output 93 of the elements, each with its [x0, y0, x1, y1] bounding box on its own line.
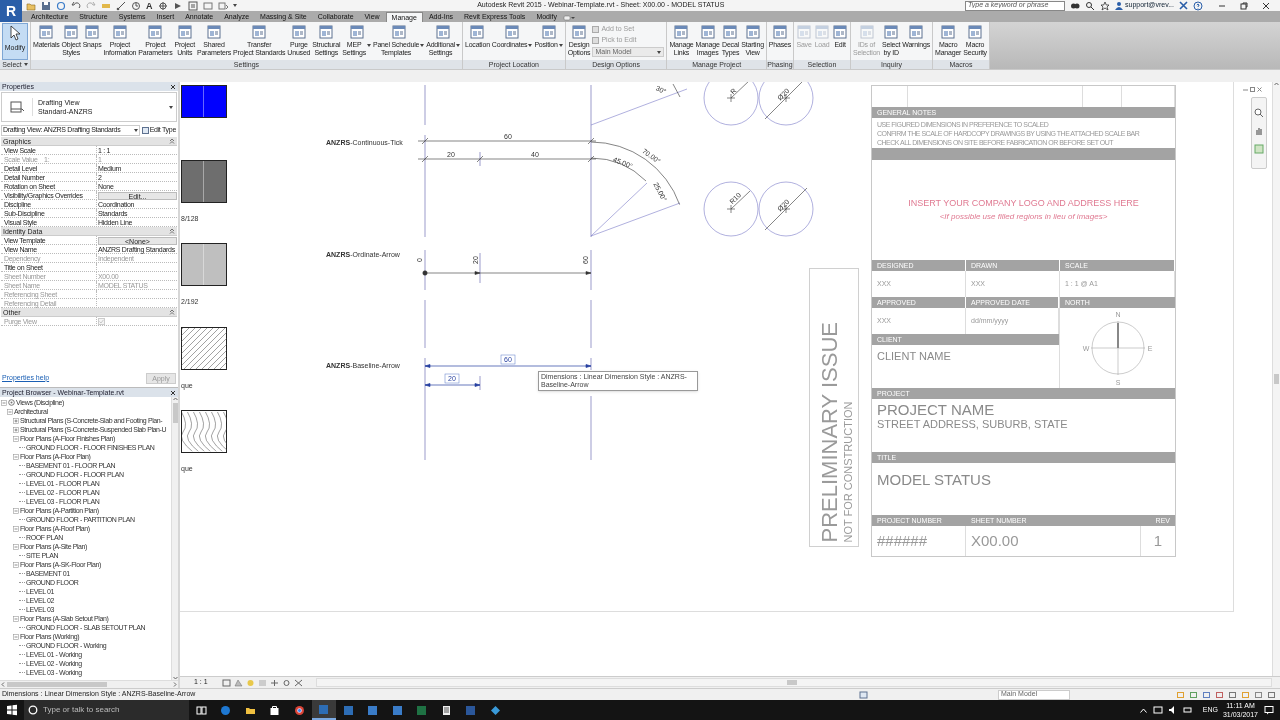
- project-name: PROJECT NAME: [877, 402, 996, 418]
- logo-placeholder-text: INSERT YOUR COMPANY LOGO AND ADDRESS HERE: [908, 197, 1139, 211]
- document-app-icon[interactable]: [465, 704, 477, 716]
- search-box[interactable]: Type or talk to search: [24, 700, 189, 720]
- expand-icon[interactable]: [13, 417, 19, 424]
- search-field[interactable]: Type or talk to search: [43, 704, 185, 716]
- spreadsheet-app-icon[interactable]: [416, 704, 428, 716]
- selection-box: [444, 373, 460, 384]
- caret-icon: [169, 105, 173, 109]
- sphere-icon[interactable]: [281, 678, 291, 687]
- zoom-icon[interactable]: [1254, 108, 1264, 118]
- hide-icon[interactable]: [293, 678, 303, 687]
- expand-icon[interactable]: [13, 426, 19, 433]
- scrollbar-thumb[interactable]: [172, 403, 178, 423]
- caret-icon[interactable]: [455, 44, 460, 47]
- user-icon: [1115, 1, 1123, 10]
- scrollbar-thumb[interactable]: [1274, 374, 1279, 384]
- vertical-scrollbar[interactable]: [1272, 82, 1280, 676]
- document-icon[interactable]: [440, 704, 452, 716]
- scroll-up-icon[interactable]: [172, 397, 178, 401]
- collapse-icon[interactable]: [169, 228, 175, 234]
- battery-icon[interactable]: [1182, 705, 1193, 715]
- window-icon: [796, 24, 812, 40]
- edit-type-icon: [141, 126, 149, 134]
- selection-box: [500, 354, 516, 365]
- square-icon: [592, 25, 600, 33]
- watermark-subheading: NOT FOR CONSTRUCTION: [841, 400, 853, 542]
- app-icon[interactable]: [342, 704, 354, 716]
- sync-icon[interactable]: [56, 0, 66, 11]
- caret-icon[interactable]: [23, 63, 28, 66]
- application-menu-button[interactable]: R: [0, 0, 22, 22]
- caret-icon[interactable]: [366, 44, 371, 47]
- switch-windows-icon[interactable]: [217, 0, 228, 11]
- scroll-left-icon[interactable]: [1, 682, 5, 687]
- text-tool-button[interactable]: A: [146, 0, 153, 11]
- field-value: 1: [1152, 530, 1164, 551]
- field-value: ######: [872, 526, 966, 556]
- field-value: X00.00: [966, 526, 1141, 556]
- horizontal-scrollbar[interactable]: [315, 678, 1272, 687]
- caret-icon[interactable]: [558, 44, 563, 47]
- close-icon[interactable]: [1262, 1, 1270, 10]
- measure-icon[interactable]: [116, 0, 126, 11]
- notification-icon[interactable]: [1264, 705, 1274, 715]
- scrollbar-thumb[interactable]: [786, 680, 797, 685]
- undo-icon[interactable]: [71, 0, 81, 11]
- list-icon[interactable]: [187, 0, 198, 11]
- caret-icon: [657, 50, 662, 54]
- logo-hint-text: <If possible use filled regions in lieu of images>: [939, 210, 1108, 223]
- cursor-icon: [9, 25, 21, 41]
- window-icon: [814, 24, 830, 40]
- square-icon: [592, 36, 600, 44]
- windows-start-icon[interactable]: [6, 704, 18, 716]
- browser-icon[interactable]: [293, 704, 305, 716]
- caret-icon[interactable]: [232, 4, 237, 7]
- scroll-right-icon[interactable]: [173, 682, 177, 687]
- field-value: CLIENT NAME: [876, 349, 952, 364]
- sheet-title: MODEL STATUS: [877, 471, 991, 488]
- caret-icon[interactable]: [528, 44, 533, 47]
- shopping-bag-icon[interactable]: [269, 704, 281, 716]
- collapse-icon[interactable]: [169, 309, 175, 315]
- scroll-up-icon[interactable]: [1274, 82, 1279, 86]
- detail-level-icon[interactable]: [221, 678, 231, 687]
- restore-icon[interactable]: [1240, 1, 1248, 10]
- task-view-icon[interactable]: [195, 704, 207, 716]
- app-icon[interactable]: [391, 704, 403, 716]
- search-icon[interactable]: [1085, 0, 1095, 11]
- scrollbar-thumb[interactable]: [7, 682, 107, 687]
- save-icon[interactable]: [41, 0, 51, 11]
- close-icon[interactable]: [170, 389, 176, 396]
- app-icon[interactable]: [489, 704, 501, 716]
- network-icon[interactable]: [1152, 705, 1163, 715]
- window-icon[interactable]: [202, 0, 213, 11]
- views-icon: [8, 399, 15, 406]
- collapse-icon[interactable]: [169, 138, 175, 144]
- caret-icon: [133, 128, 138, 132]
- crop-icon[interactable]: [269, 678, 279, 687]
- panel-toggle-icon[interactable]: [563, 14, 575, 22]
- pan-icon[interactable]: [1254, 126, 1264, 136]
- cortana-circle-icon: [28, 705, 38, 715]
- app-icon[interactable]: [367, 704, 379, 716]
- drafting-view-icon: [10, 101, 24, 113]
- exchange-icon[interactable]: [1179, 1, 1188, 10]
- tray-expand-icon[interactable]: [1139, 707, 1147, 713]
- maximize-icon[interactable]: [1250, 87, 1255, 92]
- project-address: STREET ADDRESS, SUBURB, STATE: [877, 418, 1069, 431]
- star-icon[interactable]: [1100, 0, 1110, 11]
- watermark-heading: PRELIMINARY ISSUE: [817, 320, 841, 542]
- window-icon: [858, 24, 875, 40]
- browser-icon[interactable]: [220, 704, 232, 716]
- caret-icon[interactable]: [420, 44, 425, 47]
- scroll-down-icon[interactable]: [172, 676, 178, 680]
- close-icon[interactable]: [170, 83, 176, 90]
- help-icon[interactable]: [1193, 0, 1203, 11]
